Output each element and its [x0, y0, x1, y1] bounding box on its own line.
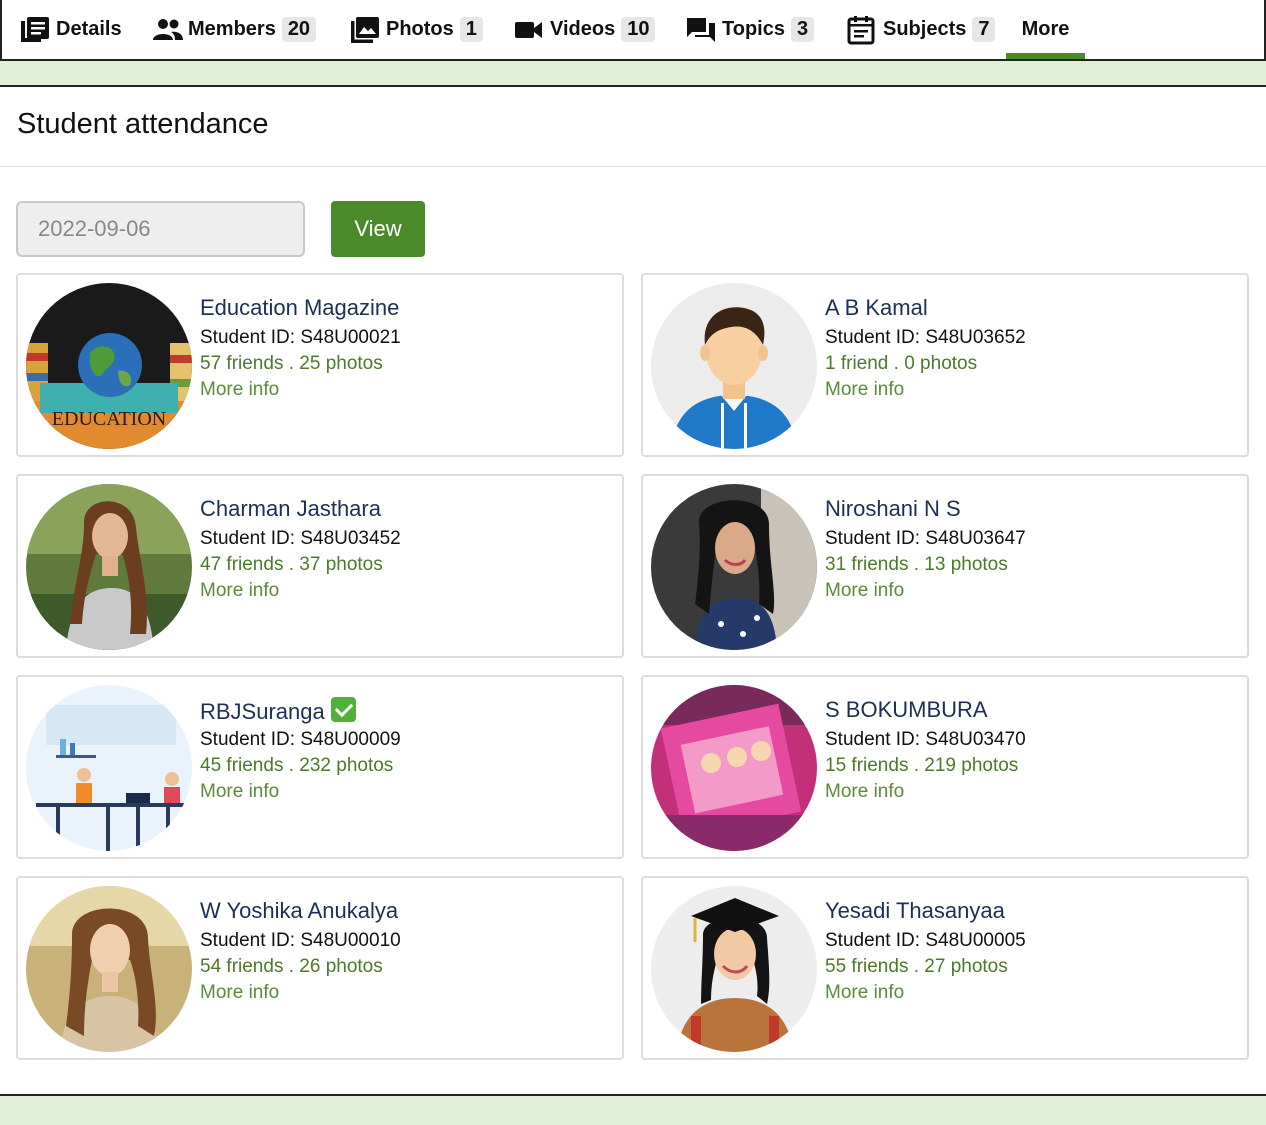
tab-label: Subjects — [883, 18, 967, 40]
student-name[interactable]: Yesadi Thasanyaa — [825, 898, 1005, 924]
student-stats: 57 friends . 25 photos — [200, 353, 383, 374]
student-id: Student ID: S48U00009 — [200, 729, 401, 750]
page-title: Student attendance — [17, 108, 269, 140]
student-card[interactable]: Niroshani N S Student ID: S48U03647 31 f… — [641, 474, 1249, 658]
count-badge: 1 — [459, 17, 483, 42]
tab-bar: Details Members 20 Photos 1 Videos 10 To… — [0, 0, 1266, 61]
student-card[interactable]: S BOKUMBURA Student ID: S48U03470 15 fri… — [641, 675, 1249, 859]
student-card[interactable]: EDUCATION Education Magazine Student ID:… — [16, 273, 624, 457]
avatar-caption: EDUCATION — [52, 408, 166, 430]
tab-label: Topics — [722, 18, 785, 40]
student-id: Student ID: S48U03470 — [825, 729, 1026, 750]
student-card[interactable]: RBJSuranga Student ID: S48U00009 45 frie… — [16, 675, 624, 859]
avatar[interactable] — [26, 886, 192, 1052]
divider — [0, 166, 1266, 167]
student-id: Student ID: S48U03452 — [200, 528, 401, 549]
avatar[interactable] — [651, 484, 817, 650]
date-input[interactable] — [16, 201, 305, 257]
tab-label: Details — [56, 18, 122, 40]
verified-check-icon — [330, 697, 356, 722]
avatar[interactable] — [26, 685, 192, 851]
student-name[interactable]: W Yoshika Anukalya — [200, 898, 398, 924]
count-badge: 3 — [790, 17, 815, 42]
student-name[interactable]: Charman Jasthara — [200, 496, 381, 522]
details-icon — [20, 16, 52, 44]
tab-more[interactable]: More — [1006, 0, 1085, 59]
more-info-link[interactable]: More info — [825, 781, 904, 803]
student-stats: 55 friends . 27 photos — [825, 956, 1008, 977]
tab-photos[interactable]: Photos 1 — [350, 0, 483, 59]
student-card[interactable]: A B Kamal Student ID: S48U03652 1 friend… — [641, 273, 1249, 457]
student-id: Student ID: S48U00021 — [200, 327, 401, 348]
videos-icon — [514, 16, 546, 44]
members-icon — [152, 16, 184, 44]
student-name-text: RBJSuranga — [200, 699, 325, 724]
more-info-link[interactable]: More info — [825, 379, 904, 401]
avatar[interactable] — [651, 283, 817, 449]
student-id: Student ID: S48U00010 — [200, 930, 401, 951]
tab-details[interactable]: Details — [20, 0, 122, 59]
tab-label: Videos — [550, 18, 616, 40]
avatar[interactable] — [651, 886, 817, 1052]
student-card[interactable]: W Yoshika Anukalya Student ID: S48U00010… — [16, 876, 624, 1060]
student-id: Student ID: S48U03647 — [825, 528, 1026, 549]
student-id: Student ID: S48U03652 — [825, 327, 1026, 348]
student-stats: 54 friends . 26 photos — [200, 956, 383, 977]
more-info-link[interactable]: More info — [200, 379, 279, 401]
student-name[interactable]: Niroshani N S — [825, 496, 961, 522]
more-info-link[interactable]: More info — [200, 580, 279, 602]
photos-icon — [350, 16, 382, 44]
student-card[interactable]: Yesadi Thasanyaa Student ID: S48U00005 5… — [641, 876, 1249, 1060]
more-info-link[interactable]: More info — [825, 982, 904, 1004]
tab-label: More — [1021, 18, 1070, 40]
count-badge: 10 — [621, 17, 656, 42]
more-info-link[interactable]: More info — [200, 982, 279, 1004]
tab-members[interactable]: Members 20 — [152, 0, 317, 59]
student-stats: 15 friends . 219 photos — [825, 755, 1019, 776]
student-stats: 1 friend . 0 photos — [825, 353, 978, 374]
count-badge: 20 — [281, 17, 317, 42]
student-name[interactable]: Education Magazine — [200, 295, 399, 321]
footer-band — [0, 1094, 1266, 1125]
student-stats: 45 friends . 232 photos — [200, 755, 394, 776]
student-name[interactable]: A B Kamal — [825, 295, 928, 321]
student-stats: 31 friends . 13 photos — [825, 554, 1008, 575]
student-stats: 47 friends . 37 photos — [200, 554, 383, 575]
subjects-icon — [847, 15, 879, 44]
tab-label: Photos — [386, 18, 454, 40]
header-band — [0, 61, 1266, 87]
view-button[interactable]: View — [331, 201, 425, 257]
topics-icon — [686, 16, 718, 44]
tab-videos[interactable]: Videos 10 — [514, 0, 656, 59]
student-card[interactable]: Charman Jasthara Student ID: S48U03452 4… — [16, 474, 624, 658]
count-badge: 7 — [972, 17, 996, 42]
tab-label: Members — [188, 18, 276, 40]
student-id: Student ID: S48U00005 — [825, 930, 1026, 951]
tab-topics[interactable]: Topics 3 — [686, 0, 815, 59]
more-info-link[interactable]: More info — [200, 781, 279, 803]
avatar[interactable] — [26, 484, 192, 650]
avatar[interactable] — [651, 685, 817, 851]
avatar[interactable]: EDUCATION — [26, 283, 192, 449]
more-info-link[interactable]: More info — [825, 580, 904, 602]
student-name[interactable]: RBJSuranga — [200, 697, 356, 725]
tab-subjects[interactable]: Subjects 7 — [847, 0, 996, 59]
student-name[interactable]: S BOKUMBURA — [825, 697, 988, 723]
